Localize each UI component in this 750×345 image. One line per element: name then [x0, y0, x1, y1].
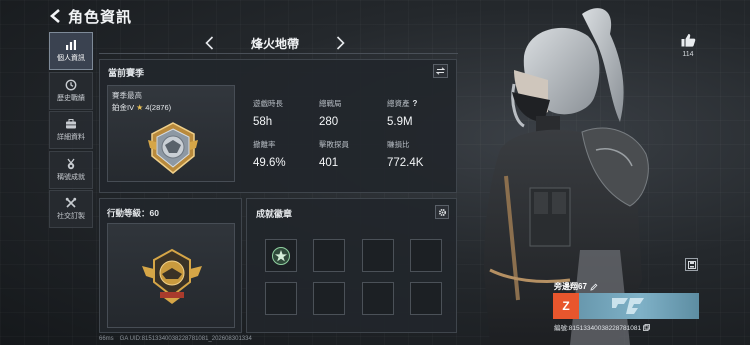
badge-slot[interactable]: [265, 239, 297, 272]
stat-operators-defeated: 擊敗探員 401: [319, 139, 389, 169]
operation-level-panel: 行動等級：60: [99, 198, 242, 333]
badge-slot[interactable]: [410, 239, 442, 272]
stat-label: 擊敗探員: [319, 140, 349, 149]
chevron-right-icon: [337, 36, 346, 50]
swap-button[interactable]: [433, 64, 448, 78]
badge-slot[interactable]: [362, 239, 394, 272]
stat-profit-loss-ratio: 賺損比 772.4K: [387, 139, 457, 169]
badge-slot[interactable]: [410, 282, 442, 315]
next-map-button[interactable]: [335, 35, 347, 51]
tools-icon: [65, 197, 77, 208]
stat-label: 賺損比: [387, 140, 410, 149]
stat-total-assets: 總資產 ? 5.9M: [387, 98, 457, 128]
stat-play-time: 遊戲時長 58h: [253, 98, 323, 128]
swap-icon: [436, 67, 445, 75]
stat-label: 總戰局: [319, 99, 342, 108]
star-icon: ★: [136, 103, 144, 112]
emblem-logo-icon: [612, 298, 644, 314]
badge-slot[interactable]: [265, 282, 297, 315]
sidebar-item-label: 個人資訊: [57, 55, 85, 62]
stat-value: 280: [319, 116, 339, 128]
badge-slot[interactable]: [362, 282, 394, 315]
prev-map-button[interactable]: [203, 35, 215, 51]
stat-value: 58h: [253, 116, 273, 128]
stat-label: 總資產 ?: [387, 98, 457, 109]
stat-value: 49.6%: [253, 157, 286, 169]
rank-tier: 鉑金IV: [112, 103, 135, 112]
stat-label-text: 總資產: [387, 99, 410, 108]
stat-total-matches: 總戰局 280: [319, 98, 389, 128]
like-button[interactable]: [678, 32, 698, 48]
back-arrow-icon[interactable]: [48, 9, 62, 23]
sidebar-item-titles[interactable]: 稱號成就: [49, 150, 93, 189]
badge-slot[interactable]: [313, 239, 345, 272]
player-card[interactable]: Z: [553, 293, 699, 319]
sidebar-item-label: 社交訂製: [57, 213, 85, 220]
edit-icon[interactable]: [590, 283, 598, 291]
sidebar-item-details[interactable]: 詳細資料: [49, 111, 93, 149]
operation-level-value: 60: [149, 208, 159, 218]
achievements-title: 成就徽章: [256, 209, 293, 219]
operation-level-label: 行動等級：: [107, 208, 150, 218]
ga-uid: GA UID:8151334003822878108​1_20260830133…: [119, 336, 252, 342]
player-uid: 編號:8151334003822878108​1: [554, 322, 651, 332]
rank-stars: 4(2876): [145, 103, 172, 112]
badge-slot[interactable]: [313, 282, 345, 315]
copy-icon[interactable]: [643, 323, 651, 331]
rank-emblem-icon: [148, 122, 198, 174]
clock-icon: [65, 79, 77, 90]
badge-icon: [272, 246, 290, 265]
save-icon: [687, 260, 696, 269]
settings-button[interactable]: [435, 205, 449, 219]
stat-value: 5.9M: [387, 116, 413, 128]
stat-extraction-rate: 撤離率 49.6%: [253, 139, 323, 169]
gear-icon: [438, 208, 446, 216]
briefcase-icon: [66, 119, 76, 129]
page-title: 角色資訊: [68, 8, 133, 26]
sidebar-item-history[interactable]: 歷史戰績: [49, 71, 93, 110]
operation-level: 行動等級：60: [107, 207, 159, 219]
stat-value: 401: [319, 157, 339, 169]
level-emblem-icon: [142, 248, 202, 304]
sidebar: 個人資訊 歷史戰績 詳細資料 稱號成就 社交訂製: [49, 32, 93, 230]
stat-label: 撤離率: [253, 140, 276, 149]
season-title: 當前賽季: [108, 68, 145, 78]
stat-value: 772.4K: [387, 157, 424, 169]
player-name: 旁邊翔67: [554, 281, 598, 292]
map-selector: 烽火地帶: [203, 33, 347, 53]
rank-label: 賽季最高: [112, 91, 142, 100]
save-button[interactable]: [685, 258, 698, 271]
sidebar-item-personal-info[interactable]: 個人資訊: [49, 32, 93, 70]
sidebar-item-label: 歷史戰績: [57, 94, 85, 102]
ping-value: 66ms: [99, 336, 114, 342]
player-uid-text: 編號:8151334003822878108​1: [554, 325, 642, 332]
medal-icon: [67, 158, 75, 169]
achievement-badges-panel: 成就徽章: [246, 198, 457, 333]
sidebar-item-social[interactable]: 社交訂製: [49, 190, 93, 228]
stat-label: 遊戲時長: [253, 99, 283, 108]
page-header: 角色資訊: [48, 6, 132, 26]
rank-value: 鉑金IV ★ 4(2876): [112, 102, 171, 113]
rank-card[interactable]: 賽季最高 鉑金IV ★ 4(2876): [107, 85, 235, 182]
like-count: 114: [682, 51, 694, 58]
avatar: Z: [553, 293, 579, 319]
help-icon[interactable]: ?: [413, 99, 418, 108]
map-name: 烽火地帶: [250, 36, 299, 51]
sidebar-item-label: 稱號成就: [57, 173, 85, 181]
thumbs-up-icon: [681, 34, 695, 47]
divider: [99, 53, 458, 54]
bar-chart-icon: [66, 40, 76, 50]
level-card[interactable]: [107, 223, 235, 328]
sidebar-item-label: 詳細資料: [57, 134, 85, 141]
season-panel: 當前賽季 賽季最高 鉑金IV ★ 4(2876) 遊戲時長 58h 總戰局 28…: [99, 59, 457, 193]
chevron-left-icon: [204, 36, 213, 50]
player-name-text: 旁邊翔67: [554, 282, 587, 291]
footer-info: 66ms GA UID:8151334003822878108​1_202608…: [99, 336, 252, 342]
